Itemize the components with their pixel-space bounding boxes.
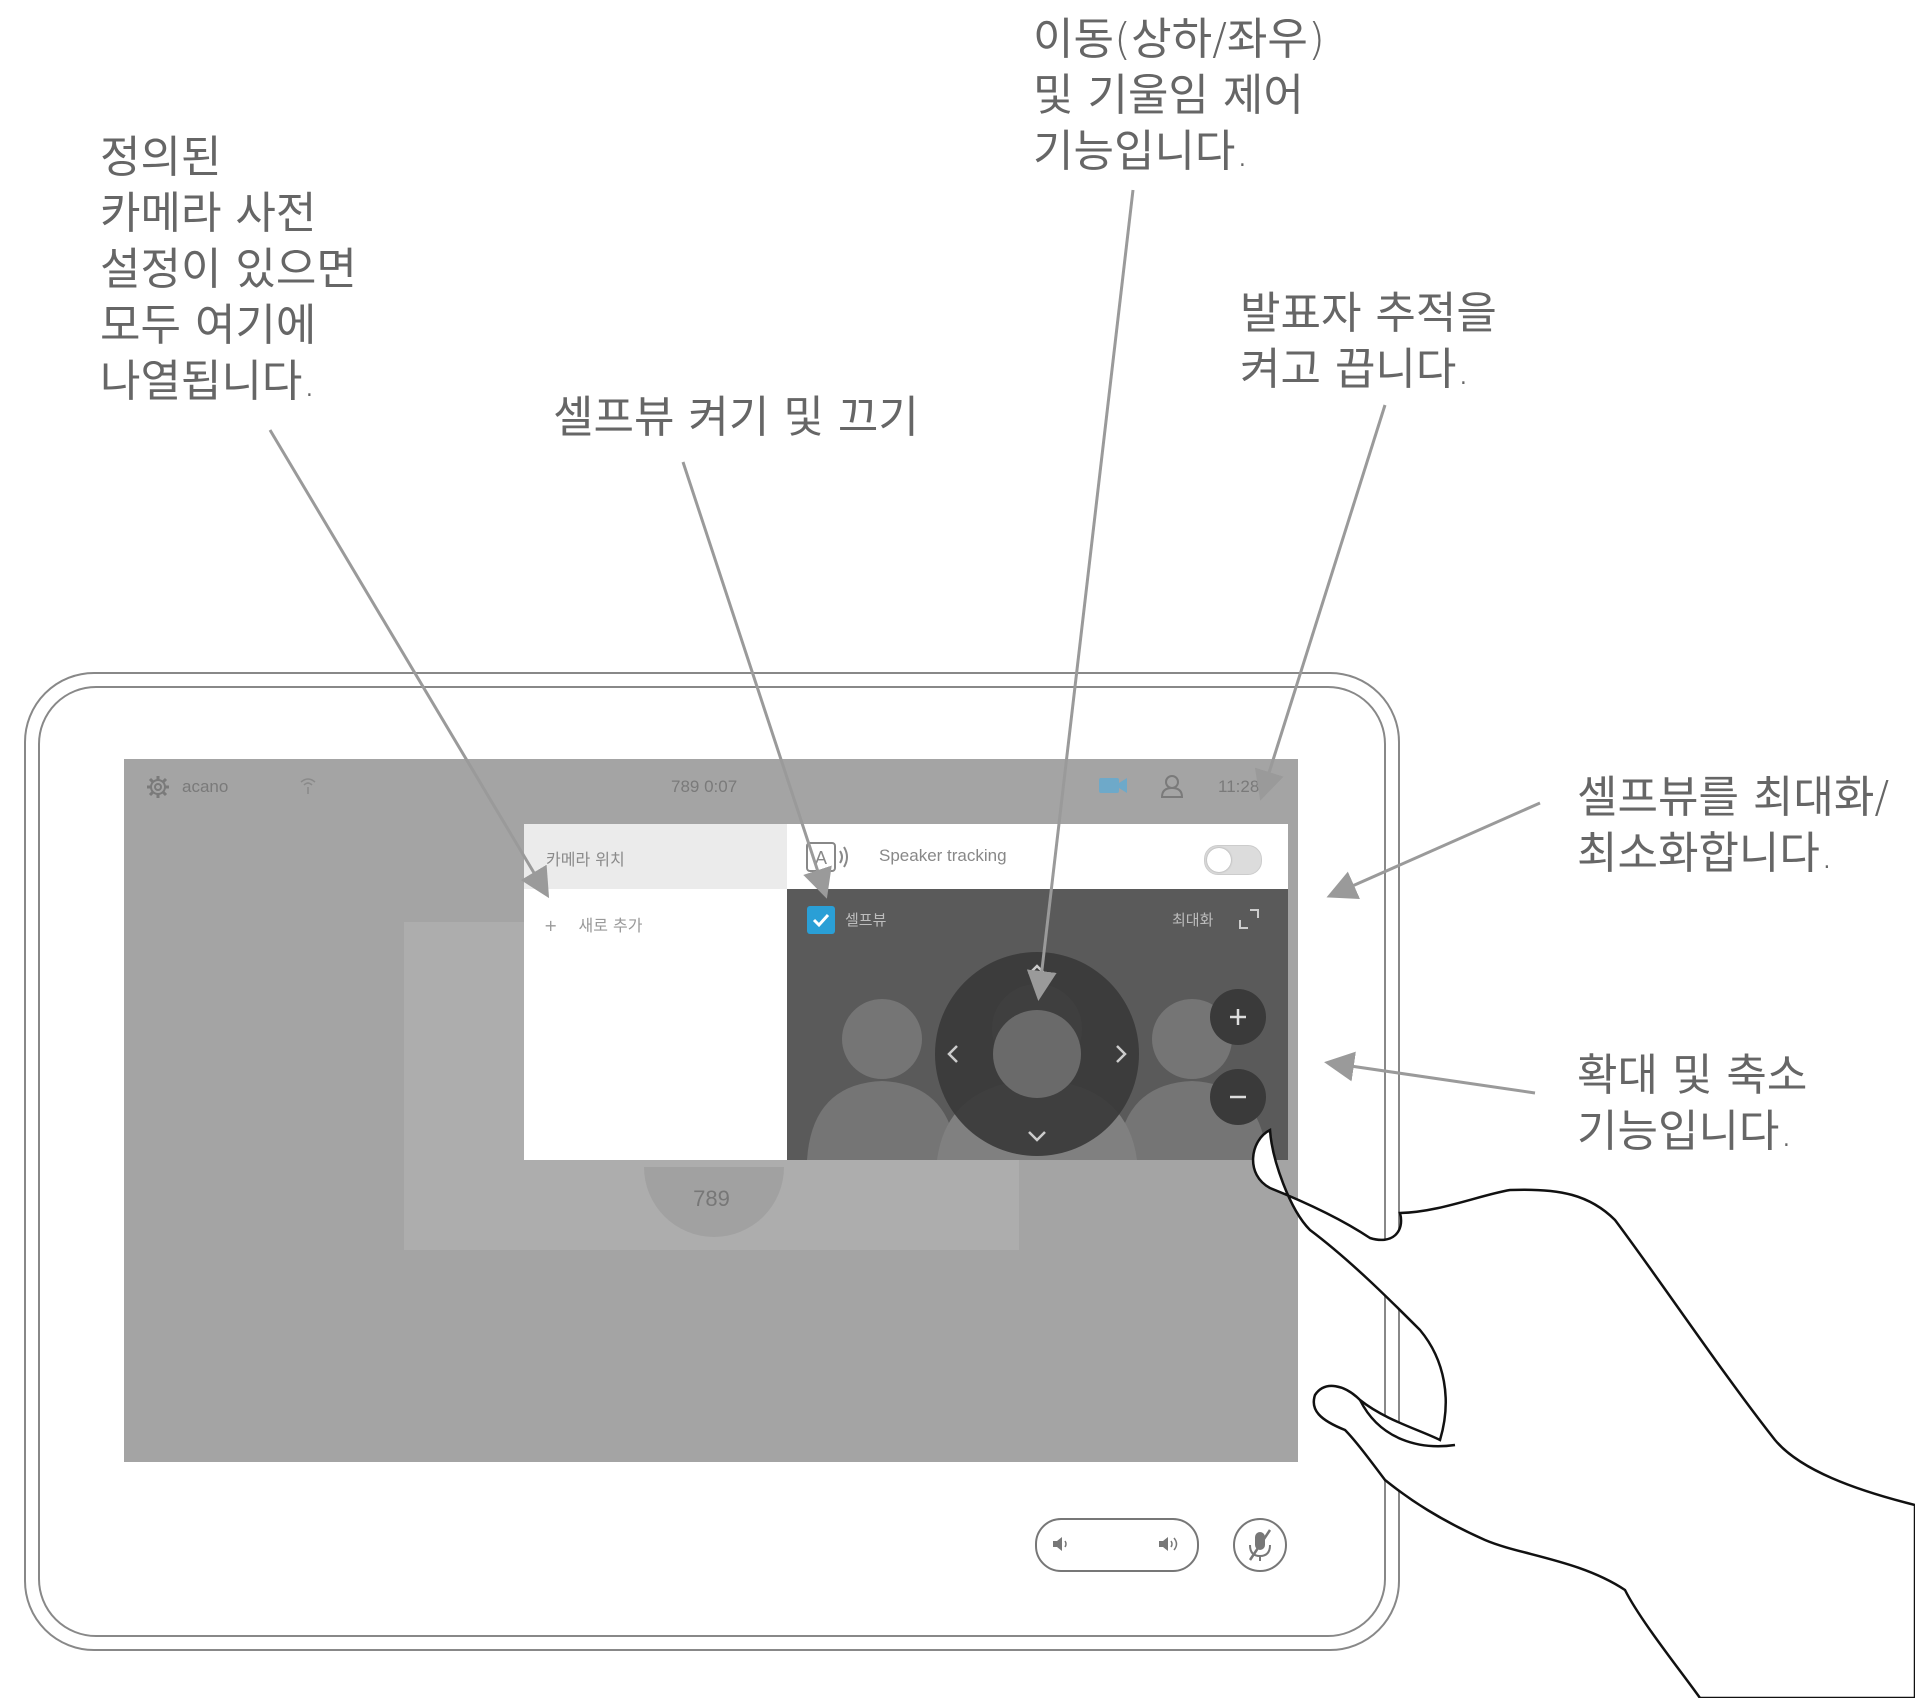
- arrow-presets: [268, 429, 550, 899]
- arrow-selfview-toggle: [681, 461, 832, 899]
- arrow-pan-tilt: [1026, 189, 1135, 1001]
- hand-illustration: [1251, 1128, 1915, 1698]
- arrow-maximize: [1326, 801, 1541, 900]
- annotation-overlay: [268, 189, 1915, 1698]
- arrow-speaker-track: [1254, 404, 1387, 801]
- arrow-zoom: [1324, 1051, 1536, 1095]
